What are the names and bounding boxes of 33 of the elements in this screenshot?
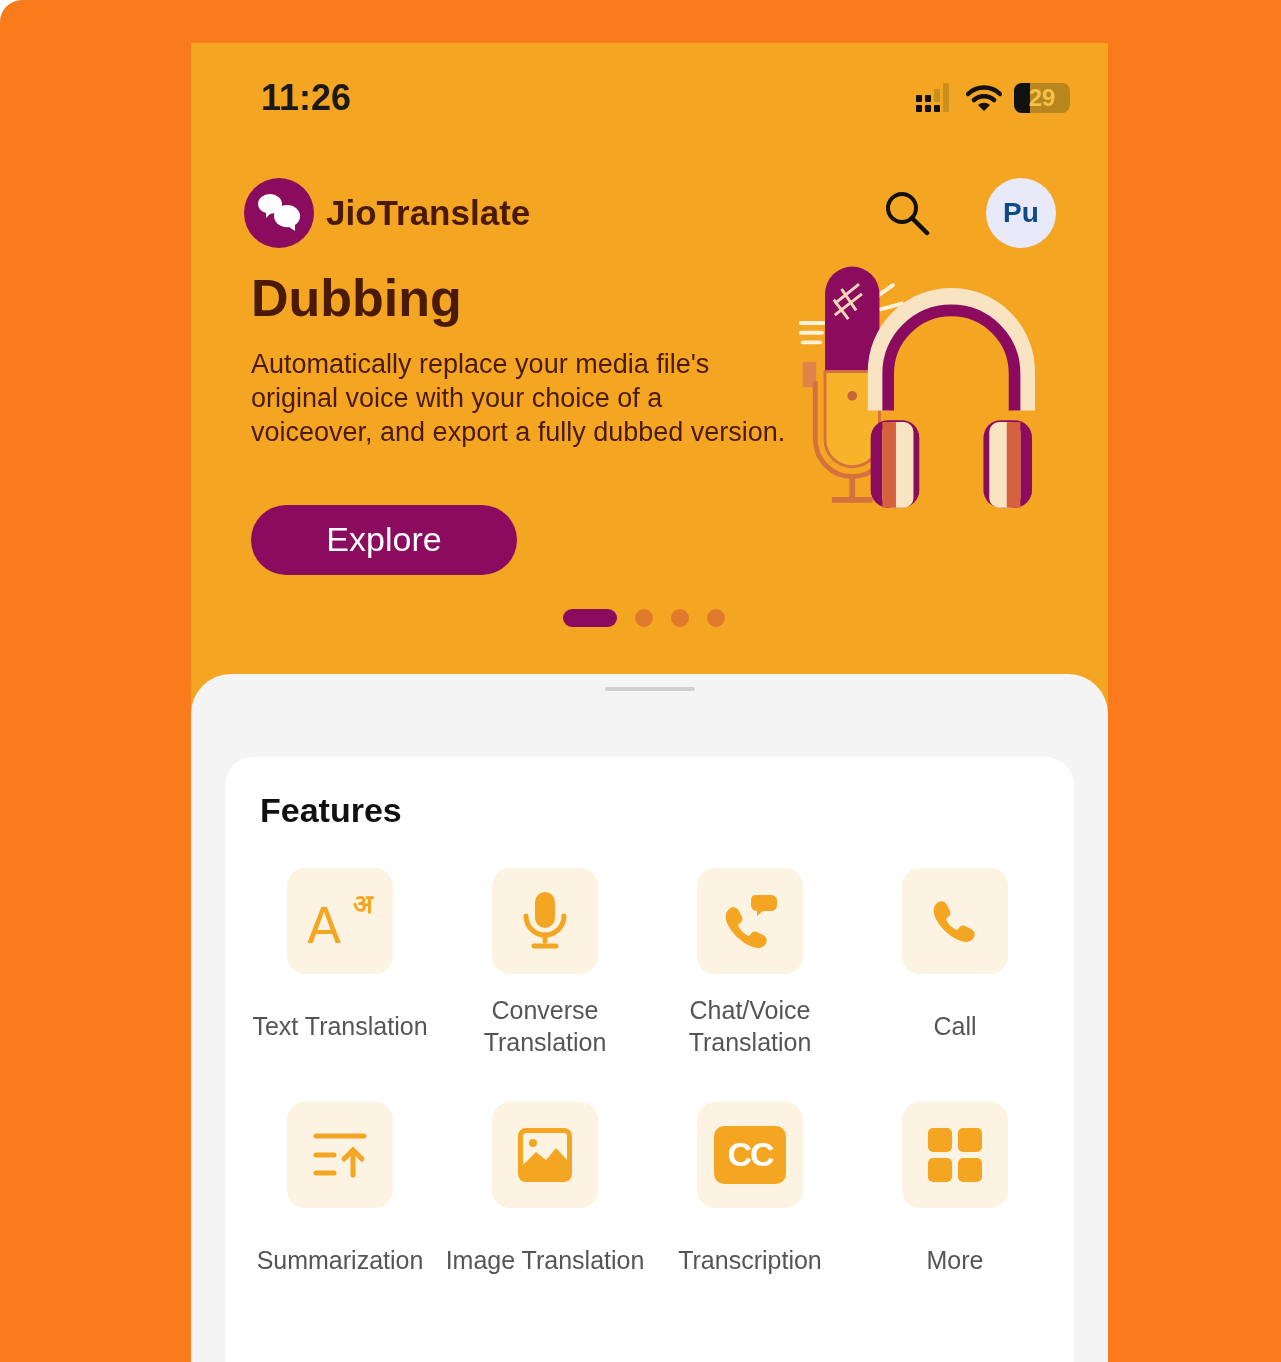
feature-tile[interactable] [902, 1101, 1008, 1208]
feature-label[interactable]: Transcription [647, 1209, 853, 1310]
feature-tile[interactable] [697, 867, 803, 974]
banner-title: Dubbing [251, 268, 463, 329]
feature-label[interactable]: Summarization [237, 1209, 443, 1310]
closed-captions-icon: CC [714, 1125, 786, 1184]
search-icon[interactable] [884, 190, 930, 236]
feature-label[interactable]: Call [852, 975, 1058, 1076]
feature-tile[interactable] [902, 867, 1008, 974]
app-name: JioTranslate [326, 193, 532, 233]
feature-tile[interactable] [492, 867, 598, 974]
carousel-dot[interactable] [706, 608, 725, 627]
image-icon [518, 1127, 572, 1182]
feature-label[interactable]: Chat/Voice Translation [647, 975, 853, 1076]
microphone-icon [522, 889, 568, 952]
feature-label[interactable]: Image Translation [442, 1209, 648, 1310]
status-time: 11:26 [261, 77, 352, 119]
profile-avatar[interactable]: Pu [986, 178, 1056, 248]
grid-icon [928, 1127, 982, 1182]
feature-label[interactable]: Text Translation [237, 975, 443, 1076]
feature-tile[interactable] [492, 1101, 598, 1208]
explore-button[interactable]: Explore [251, 504, 517, 575]
carousel-dot[interactable] [670, 608, 689, 627]
app-logo-icon [244, 178, 314, 248]
banner-description: Automatically replace your media file's original voice with your choice of a voiceover, and export a fully dubbed version. [251, 347, 787, 449]
carousel-dot[interactable] [634, 608, 653, 627]
feature-label[interactable]: Converse Translation [442, 975, 648, 1076]
features-title: Features [260, 790, 403, 830]
wifi-icon [966, 84, 1002, 112]
summarize-icon [313, 1131, 367, 1178]
translate-icon: A अ [307, 890, 373, 951]
feature-tile[interactable] [287, 1101, 393, 1208]
feature-label[interactable]: More [852, 1209, 1058, 1310]
